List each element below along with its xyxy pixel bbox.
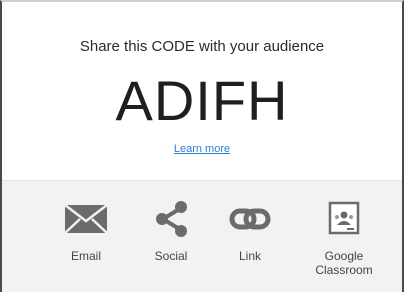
social-label: Social bbox=[154, 249, 188, 263]
envelope-icon bbox=[64, 204, 108, 234]
email-share-button[interactable]: Email bbox=[49, 199, 123, 263]
google-classroom-label: Google Classroom bbox=[315, 249, 373, 277]
link-label: Link bbox=[238, 249, 261, 263]
share-headline: Share this CODE with your audience bbox=[79, 38, 325, 55]
share-code-section: Share this CODE with your audience ADIFH… bbox=[2, 2, 402, 180]
google-classroom-share-button[interactable]: Google Classroom bbox=[307, 199, 381, 277]
link-icon bbox=[229, 208, 271, 230]
learn-more-link[interactable]: Learn more bbox=[2, 143, 402, 155]
share-panel: Share this CODE with your audience ADIFH… bbox=[0, 0, 404, 292]
link-share-button[interactable]: Link bbox=[213, 199, 287, 263]
share-code: ADIFH bbox=[115, 69, 289, 132]
share-options-bar: Email Social Link Google Classroom bbox=[2, 180, 402, 292]
social-share-button[interactable]: Social bbox=[134, 199, 208, 263]
email-label: Email bbox=[70, 249, 101, 263]
google-classroom-icon bbox=[328, 201, 360, 235]
share-icon bbox=[156, 201, 187, 237]
